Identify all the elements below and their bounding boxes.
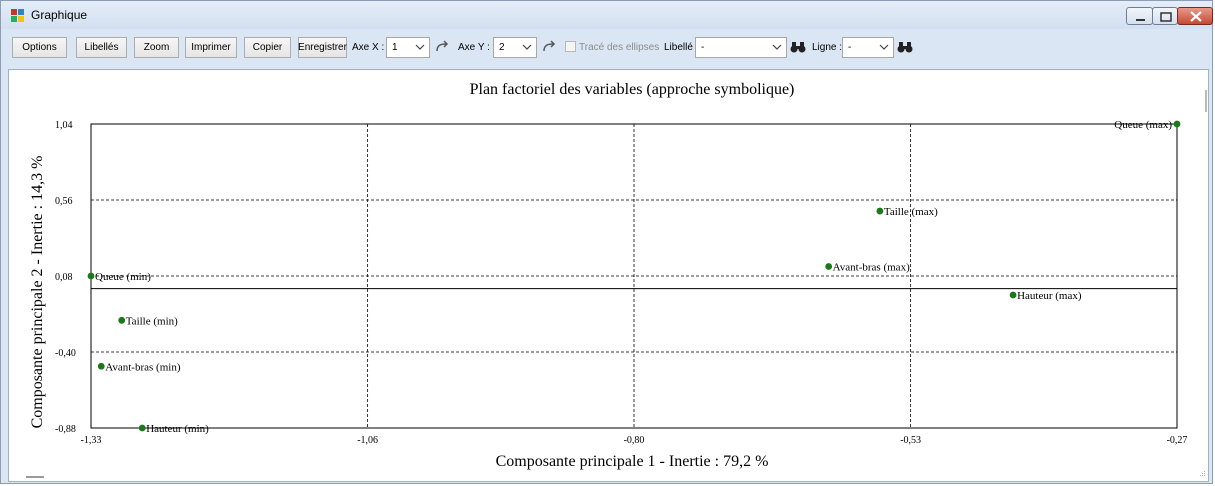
ligne-value: - (848, 42, 852, 53)
data-point (87, 272, 95, 280)
title-bar[interactable]: Graphique (1, 1, 1213, 29)
ligne-select[interactable]: - (842, 37, 894, 58)
chart-title: Plan factoriel des variables (approche s… (470, 81, 795, 98)
copier-button[interactable]: Copier (244, 37, 291, 58)
y-tick-label: 0,08 (55, 272, 73, 283)
data-point (825, 263, 833, 270)
libelle-select[interactable]: - (695, 37, 787, 58)
axe-x-label: Axe X : (352, 42, 385, 53)
axe-x-select[interactable]: 1 (386, 37, 430, 58)
point-label: Hauteur (min) (146, 423, 209, 435)
maximize-icon (1160, 12, 1172, 22)
chevron-down-icon (772, 44, 782, 50)
y-tick-label: 0,56 (55, 196, 73, 207)
data-point (138, 424, 146, 432)
axe-x-value: 1 (392, 42, 398, 53)
imprimer-button[interactable]: Imprimer (185, 37, 237, 58)
point-label: Avant-bras (min) (105, 361, 181, 373)
data-point (1009, 291, 1017, 299)
window-title: Graphique (31, 8, 88, 22)
data-point (118, 316, 126, 324)
x-tick-label: -0,27 (1167, 435, 1188, 446)
y-tick-label: -0,88 (55, 424, 76, 435)
point-label: Queue (min) (95, 271, 151, 283)
swap-axes-y-icon[interactable] (540, 38, 558, 56)
x-tick-label: -0,80 (624, 435, 645, 446)
factorial-plane-chart: Plan factoriel des variables (approche s… (29, 81, 1187, 470)
chart-app-icon (11, 9, 25, 23)
swap-axes-x-icon[interactable] (433, 38, 451, 56)
y-tick-label: -0,40 (55, 348, 76, 359)
binoculars-icon[interactable] (896, 38, 914, 56)
vertical-scrollbar[interactable] (1205, 90, 1207, 112)
axe-y-select[interactable]: 2 (493, 37, 537, 58)
y-axis-label: Composante principale 2 - Inertie : 14,3… (29, 156, 46, 429)
axe-y-label: Axe Y : (458, 42, 490, 53)
minimize-button[interactable] (1126, 7, 1153, 25)
plot-area: -1,33 -1,06 -0,80 -0,53 -0,27 1,04 0,56 0,08 -0,… (55, 119, 1187, 446)
chevron-down-icon (415, 44, 425, 50)
x-axis-label: Composante principale 1 - Inertie : 79,2… (496, 453, 769, 470)
point-label: Avant-bras (max) (833, 262, 910, 274)
x-tick-label: -0,53 (900, 435, 921, 446)
libelle-label: Libellé : (664, 42, 699, 53)
options-button[interactable]: Options (12, 37, 67, 58)
chart-panel: Plan factoriel des variables (approche s… (8, 69, 1209, 482)
data-point (97, 362, 105, 370)
libelles-button[interactable]: Libellés (76, 37, 127, 58)
ellipses-checkbox[interactable] (565, 41, 576, 52)
close-icon (1190, 11, 1202, 22)
close-button[interactable] (1177, 7, 1213, 25)
zoom-button[interactable]: Zoom (134, 37, 179, 58)
point-label: Queue (max) (1114, 119, 1172, 131)
maximize-button[interactable] (1152, 7, 1178, 25)
chevron-down-icon (522, 44, 532, 50)
minimize-icon (1136, 19, 1145, 21)
data-point (876, 207, 884, 215)
binoculars-icon[interactable] (789, 38, 807, 56)
ellipses-label: Tracé des ellipses (579, 42, 660, 53)
axe-y-value: 2 (499, 42, 505, 53)
ligne-label: Ligne : (812, 42, 843, 53)
chevron-down-icon (879, 44, 889, 50)
data-point (1173, 120, 1181, 128)
resize-grip-icon[interactable] (1197, 470, 1206, 479)
x-tick-label: -1,33 (81, 435, 102, 446)
graphique-window: Graphique Options Libellés Zoom Imprimer… (0, 0, 1213, 484)
point-label: Taille (max) (884, 206, 938, 218)
y-tick-label: 1,04 (55, 120, 73, 131)
point-label: Hauteur (max) (1017, 290, 1082, 302)
libelle-value: - (701, 42, 705, 53)
x-tick-label: -1,06 (357, 435, 378, 446)
horizontal-scrollbar[interactable] (26, 476, 44, 478)
enregistrer-button[interactable]: Enregistrer (298, 37, 347, 58)
point-label: Taille (min) (126, 315, 178, 327)
toolbar: Options Libellés Zoom Imprimer Copier En… (9, 35, 1204, 65)
